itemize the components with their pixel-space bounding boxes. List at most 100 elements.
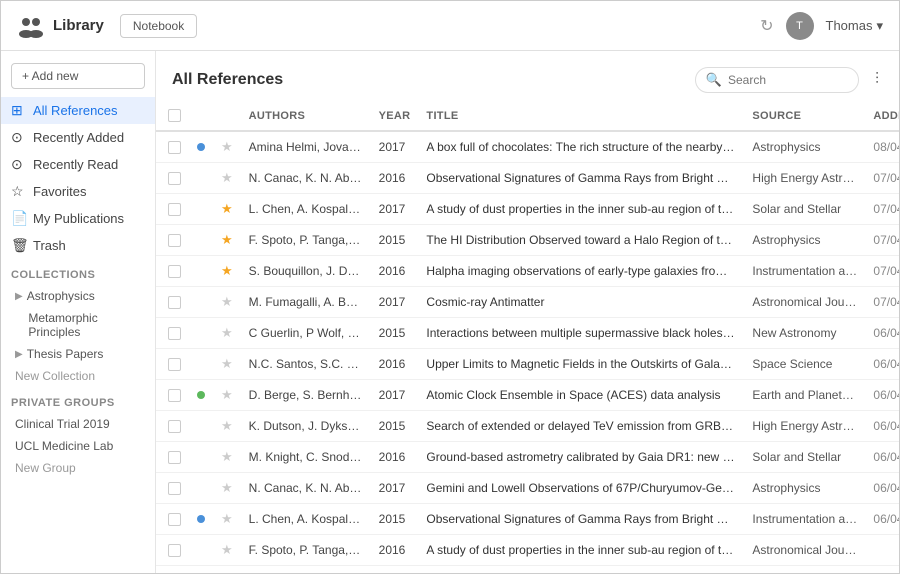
dot-blue xyxy=(197,515,205,523)
star-cell[interactable]: ★ xyxy=(213,256,241,287)
star-icon[interactable]: ★ xyxy=(221,201,233,216)
star-icon[interactable]: ★ xyxy=(221,542,233,557)
star-icon[interactable]: ★ xyxy=(221,263,233,278)
source-text: Instrumentation an... xyxy=(752,264,857,278)
title-text: A study of dust properties in the inner … xyxy=(426,543,736,557)
star-icon[interactable]: ★ xyxy=(221,511,233,526)
title-text: Ground-based astrometry calibrated by Ga… xyxy=(426,450,736,464)
new-collection-link[interactable]: New Collection xyxy=(1,365,155,387)
sidebar-item-all-references[interactable]: ⊞ All References xyxy=(1,97,155,124)
title-text: Search of extended or delayed TeV emissi… xyxy=(426,419,736,433)
title-text: The HI Distribution Observed toward a Ha… xyxy=(426,233,736,247)
sync-icon[interactable]: ↻ xyxy=(760,16,773,36)
added-date: 07/04/19 xyxy=(873,171,899,185)
row-checkbox-12[interactable] xyxy=(168,513,181,526)
status-dot-cell xyxy=(189,163,213,194)
title-cell: Interactions between multiple supermassi… xyxy=(418,318,744,349)
sidebar-item-favorites[interactable]: ☆ Favorites xyxy=(1,178,155,205)
source-text: Solar and Stellar xyxy=(752,202,857,216)
filter-button[interactable]: ⫶ xyxy=(871,67,883,93)
table-body: ★Amina Helmi, Jovan Veljan2017A box full… xyxy=(156,131,899,566)
sidebar-item-metamorphic-principles[interactable]: Metamorphic Principles xyxy=(1,307,155,343)
sidebar-item-astrophysics[interactable]: ▶ Astrophysics xyxy=(1,285,155,307)
star-icon[interactable]: ★ xyxy=(221,232,233,247)
table-row: ★C Guerlin, P Wolf, et al.2015Interactio… xyxy=(156,318,899,349)
status-dot-cell xyxy=(189,318,213,349)
added-cell: 07/04/19 xyxy=(865,163,899,194)
sidebar-item-recently-added[interactable]: ⊙ Recently Added xyxy=(1,124,155,151)
star-icon[interactable]: ★ xyxy=(221,139,233,154)
title-text: Halpha imaging observations of early-typ… xyxy=(426,264,736,278)
logo-icon xyxy=(17,12,45,40)
star-cell[interactable]: ★ xyxy=(213,380,241,411)
row-checkbox-10[interactable] xyxy=(168,451,181,464)
star-icon[interactable]: ★ xyxy=(221,356,233,371)
star-cell[interactable]: ★ xyxy=(213,318,241,349)
col-header-authors: AUTHORS xyxy=(241,101,371,131)
star-cell[interactable]: ★ xyxy=(213,131,241,163)
row-checkbox-13[interactable] xyxy=(168,544,181,557)
source-text: Earth and Planetary xyxy=(752,388,857,402)
table-row: ★ F. Spoto, P. Tanga, et al.2016 A study o… xyxy=(156,535,899,566)
row-checkbox-11[interactable] xyxy=(168,482,181,495)
status-dot-cell xyxy=(189,225,213,256)
star-cell[interactable]: ★ xyxy=(213,411,241,442)
notebook-button[interactable]: Notebook xyxy=(120,14,197,38)
star-cell[interactable]: ★ xyxy=(213,194,241,225)
row-checkbox-5[interactable] xyxy=(168,296,181,309)
dot-blue xyxy=(197,143,205,151)
star-icon[interactable]: ★ xyxy=(221,325,233,340)
sidebar-item-clinical-trial[interactable]: Clinical Trial 2019 xyxy=(1,413,155,435)
user-name[interactable]: Thomas ▾ xyxy=(826,18,884,34)
search-box[interactable]: 🔍 xyxy=(695,67,859,93)
header-checkbox[interactable] xyxy=(168,109,181,122)
star-cell[interactable]: ★ xyxy=(213,225,241,256)
sidebar-item-trash[interactable]: 🗑 Trash xyxy=(1,232,155,259)
star-cell[interactable]: ★ xyxy=(213,473,241,504)
year-cell: 2017 xyxy=(371,194,419,225)
star-icon[interactable]: ★ xyxy=(221,294,233,309)
star-cell[interactable]: ★ xyxy=(213,442,241,473)
star-cell[interactable]: ★ xyxy=(213,504,241,535)
row-checkbox-0[interactable] xyxy=(168,141,181,154)
my-publications-icon: 📄 xyxy=(11,210,27,227)
star-cell[interactable]: ★ xyxy=(213,535,241,566)
sidebar-item-recently-read[interactable]: ⊙ Recently Read xyxy=(1,151,155,178)
source-cell: Astrophysics xyxy=(744,473,865,504)
star-icon[interactable]: ★ xyxy=(221,418,233,433)
star-icon[interactable]: ★ xyxy=(221,170,233,185)
add-new-button[interactable]: + Add new xyxy=(11,63,145,89)
source-cell: Astrophysics xyxy=(744,131,865,163)
row-checkbox-7[interactable] xyxy=(168,358,181,371)
star-cell[interactable]: ★ xyxy=(213,287,241,318)
star-cell[interactable]: ★ xyxy=(213,349,241,380)
title-text: Gemini and Lowell Observations of 67P/Ch… xyxy=(426,481,736,495)
title-cell: Halpha imaging observations of early-typ… xyxy=(418,256,744,287)
title-text: Cosmic-ray Antimatter xyxy=(426,295,736,309)
row-checkbox-4[interactable] xyxy=(168,265,181,278)
search-icon: 🔍 xyxy=(706,72,722,88)
favorites-icon: ☆ xyxy=(11,183,27,200)
year-cell: 2016 xyxy=(371,535,419,566)
topbar-right: ↻ T Thomas ▾ xyxy=(760,12,883,40)
new-group-link[interactable]: New Group xyxy=(1,457,155,479)
row-checkbox-8[interactable] xyxy=(168,389,181,402)
search-input[interactable] xyxy=(728,73,848,87)
row-checkbox-9[interactable] xyxy=(168,420,181,433)
row-checkbox-3[interactable] xyxy=(168,234,181,247)
col-header-added[interactable]: ADDED ▾ xyxy=(865,101,899,131)
added-date: 07/04/19 xyxy=(873,202,899,216)
sidebar-item-thesis-papers[interactable]: ▶ Thesis Papers xyxy=(1,343,155,365)
added-date: 06/04/19 xyxy=(873,326,899,340)
row-checkbox-6[interactable] xyxy=(168,327,181,340)
sidebar-item-ucl-medicine-lab[interactable]: UCL Medicine Lab xyxy=(1,435,155,457)
star-icon[interactable]: ★ xyxy=(221,480,233,495)
star-icon[interactable]: ★ xyxy=(221,387,233,402)
star-icon[interactable]: ★ xyxy=(221,449,233,464)
row-checkbox-2[interactable] xyxy=(168,203,181,216)
row-checkbox-1[interactable] xyxy=(168,172,181,185)
sidebar-item-my-publications[interactable]: 📄 My Publications xyxy=(1,205,155,232)
added-cell: 08/04/19 xyxy=(865,131,899,163)
star-cell[interactable]: ★ xyxy=(213,163,241,194)
authors-cell: F. Spoto, P. Tanga, et al. xyxy=(241,535,371,566)
